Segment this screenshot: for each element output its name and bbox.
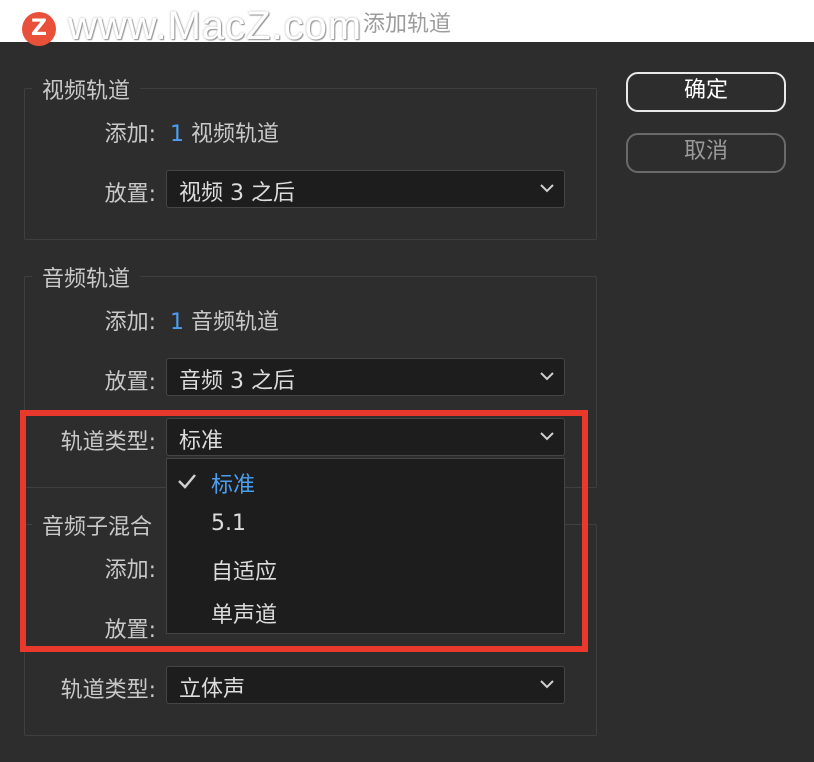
watermark-logo: Z	[22, 12, 56, 46]
audio-place-label: 放置:	[104, 370, 156, 395]
submix-type-label: 轨道类型:	[60, 678, 156, 703]
chevron-down-icon	[540, 372, 554, 381]
video-place-select[interactable]: 视频 3 之后	[166, 170, 565, 208]
video-add-label: 添加:	[104, 122, 156, 147]
audio-track-legend: 音频轨道	[32, 261, 141, 293]
submix-type-select[interactable]: 立体声	[166, 666, 565, 704]
video-add-value[interactable]: 1 视频轨道	[170, 116, 279, 148]
audio-add-label: 添加:	[104, 310, 156, 335]
highlight-box	[20, 410, 588, 652]
video-add-count[interactable]: 1	[170, 122, 184, 147]
submix-type-value: 立体声	[179, 677, 246, 702]
video-add-unit: 视频轨道	[191, 122, 280, 147]
video-track-legend: 视频轨道	[32, 73, 141, 105]
audio-add-count[interactable]: 1	[170, 310, 184, 335]
video-track-group	[24, 88, 597, 240]
ok-button[interactable]: 确定	[626, 72, 786, 112]
video-place-value: 视频 3 之后	[179, 181, 295, 206]
cancel-button[interactable]: 取消	[626, 133, 786, 173]
audio-place-value: 音频 3 之后	[179, 369, 295, 394]
audio-add-unit: 音频轨道	[191, 310, 280, 335]
watermark-text: www.MacZ.com	[68, 4, 363, 48]
audio-place-select[interactable]: 音频 3 之后	[166, 358, 565, 396]
audio-add-value[interactable]: 1 音频轨道	[170, 304, 279, 336]
video-place-label: 放置:	[104, 182, 156, 207]
chevron-down-icon	[540, 680, 554, 689]
chevron-down-icon	[540, 184, 554, 193]
